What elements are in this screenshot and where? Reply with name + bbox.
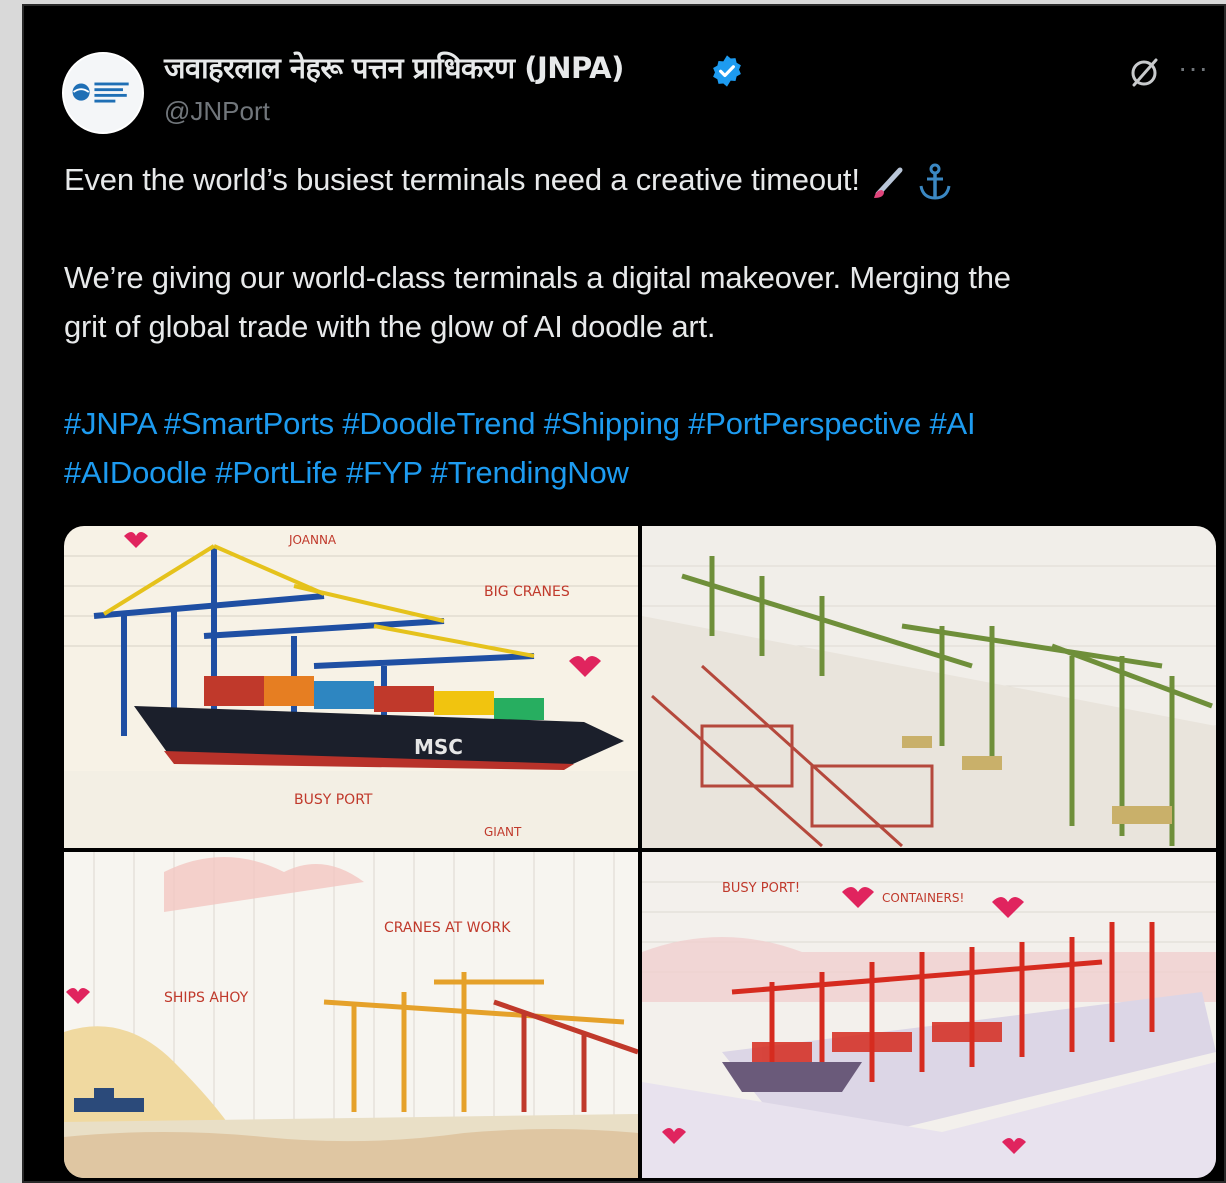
doodle-green-cranes-image [642, 526, 1216, 848]
more-options-icon[interactable]: ··· [1178, 52, 1209, 84]
ship-label: MSC [414, 735, 463, 759]
jnpa-logo-icon [64, 54, 142, 132]
hashtags-line-1[interactable]: #JNPA #SmartPorts #DoodleTrend #Shipping… [64, 406, 976, 442]
doodle-text-giant: GIANT [484, 825, 522, 839]
doodle-cranes-at-work-image: CRANES AT WORK SHIPS AHOY [64, 852, 638, 1178]
doodle-text-big-cranes: BIG CRANES [484, 584, 570, 600]
hashtags-line-2[interactable]: #AIDoodle #PortLife #FYP #TrendingNow [64, 455, 629, 491]
display-name[interactable]: जवाहरलाल नेहरू पत्तन प्राधिकरण (JNPA) [164, 48, 624, 87]
account-avatar[interactable] [62, 52, 144, 134]
anchor-emoji-icon [919, 163, 951, 200]
media-image-1[interactable]: MSC JOANNA BIG CRANES BUSY PORT GIANT [64, 526, 638, 848]
post-text-line-1: Even the world’s busiest terminals need … [64, 162, 953, 202]
post-text-line-2: We’re giving our world-class terminals a… [64, 260, 1011, 295]
doodle-text-containers: CONTAINERS! [882, 891, 964, 905]
doodle-red-cranes-image: BUSY PORT! CONTAINERS! [642, 852, 1216, 1178]
grok-icon[interactable] [1126, 54, 1162, 90]
tweet-card: जवाहरलाल नेहरू पत्तन प्राधिकरण (JNPA) @J… [22, 4, 1226, 1183]
doodle-text-cranes-at-work: CRANES AT WORK [384, 920, 511, 936]
media-grid: MSC JOANNA BIG CRANES BUSY PORT GIANT CR… [64, 526, 1216, 1178]
doodle-text-ships-ahoy: SHIPS AHOY [164, 990, 249, 1006]
doodle-container-ship-image: MSC JOANNA BIG CRANES BUSY PORT GIANT [64, 526, 638, 848]
media-image-3[interactable]: CRANES AT WORK SHIPS AHOY [64, 852, 638, 1178]
media-image-2[interactable] [642, 526, 1216, 848]
post-text: Even the world’s busiest terminals need … [64, 162, 860, 198]
verified-badge-icon [713, 55, 741, 87]
doodle-text-joanna: JOANNA [288, 533, 337, 547]
media-image-4[interactable]: BUSY PORT! CONTAINERS! [642, 852, 1216, 1178]
post-text-line-3: grit of global trade with the glow of AI… [64, 309, 716, 344]
paintbrush-emoji-icon [874, 167, 903, 198]
doodle-text-busy-port: BUSY PORT [294, 792, 373, 808]
account-handle[interactable]: @JNPort [164, 96, 270, 127]
doodle-text-busy-port: BUSY PORT! [722, 881, 800, 896]
